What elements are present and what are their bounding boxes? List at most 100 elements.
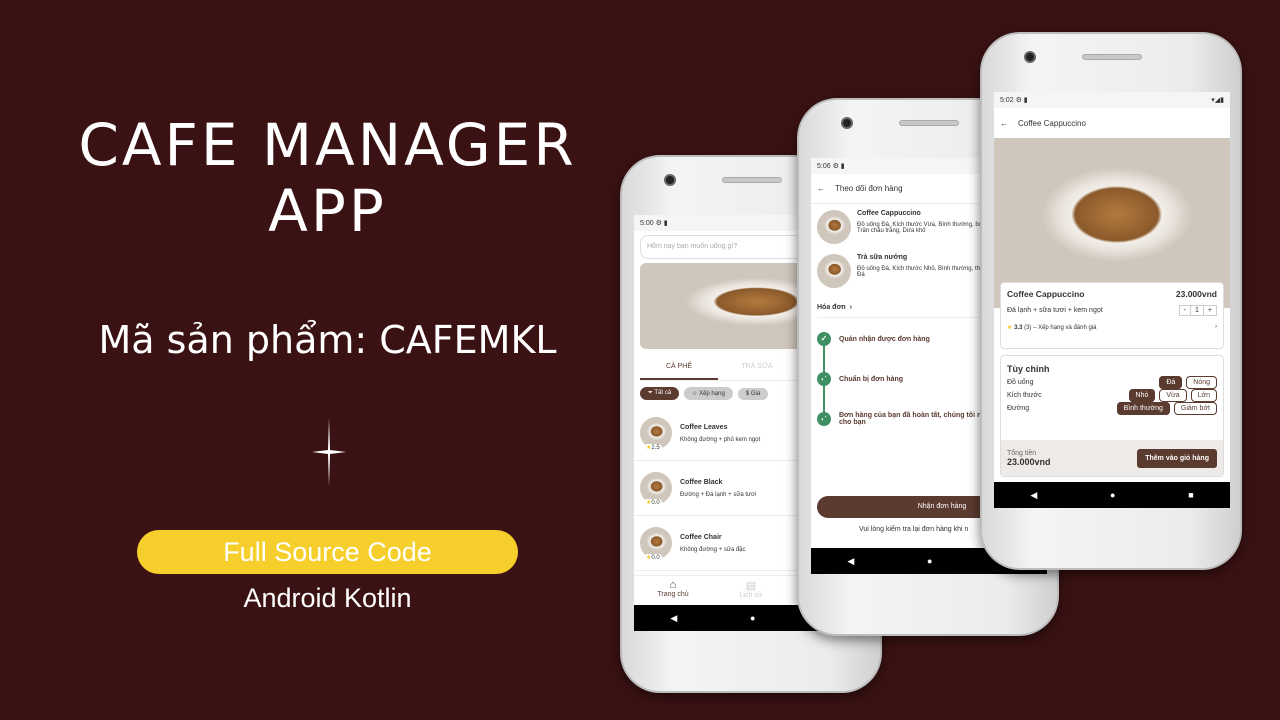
home-button-icon[interactable]: ● bbox=[750, 613, 755, 623]
option-row: Đường Bình thường Giảm bớt bbox=[1001, 402, 1223, 415]
phone-detail: 5:02 ⚙ ▮ ▾◢▮ ← Coffee Cappuccino Coffee Ca… bbox=[980, 32, 1242, 570]
filter-label: Tất cả bbox=[654, 390, 672, 396]
product-name: Coffee Cappuccino bbox=[1007, 289, 1085, 299]
back-icon[interactable]: ◀ bbox=[847, 556, 854, 567]
rating-badge: ★2.5 bbox=[644, 444, 662, 451]
timeline-line bbox=[823, 342, 825, 422]
back-icon[interactable]: ◀ bbox=[1030, 490, 1037, 501]
option-choice[interactable]: Bình thường bbox=[1116, 402, 1170, 415]
filter-label: Xếp hạng bbox=[699, 391, 725, 397]
sparkle-icon bbox=[312, 418, 346, 486]
step-label: Chuẩn bị đơn hàng bbox=[839, 375, 904, 383]
home-button-icon[interactable]: ● bbox=[1110, 490, 1115, 500]
qty-minus[interactable]: - bbox=[1180, 306, 1190, 315]
platform-label: Android Kotlin bbox=[243, 583, 412, 613]
nav-label: Trang chủ bbox=[657, 591, 689, 598]
time: 5:00 bbox=[640, 220, 654, 227]
quantity-stepper[interactable]: -1 + bbox=[1178, 305, 1217, 316]
item-name: Coffee Chair bbox=[680, 533, 722, 541]
history-icon: ▤ bbox=[745, 580, 757, 592]
star-icon: ★ bbox=[1007, 325, 1013, 331]
back-arrow-icon[interactable]: ← bbox=[817, 184, 825, 193]
option-row: Đồ uống Đá Nóng bbox=[1001, 376, 1223, 389]
option-row: Kích thước Nhỏ Vừa Lớn bbox=[1001, 389, 1223, 402]
android-nav: ◀ ● ■ bbox=[994, 482, 1230, 508]
rating: 0.0 bbox=[651, 500, 660, 506]
option-choice[interactable]: Nhỏ bbox=[1128, 389, 1156, 402]
detail-screen: 5:02 ⚙ ▮ ▾◢▮ ← Coffee Cappuccino Coffee Ca… bbox=[994, 92, 1230, 508]
customize-title: Tùy chỉnh bbox=[1007, 364, 1050, 374]
filter-all[interactable]: ⏷ Tất cả bbox=[640, 387, 680, 400]
product-desc: Đá lạnh + sữa tươi + kem ngọt bbox=[1007, 307, 1103, 314]
item-name: Coffee Leaves bbox=[680, 423, 728, 431]
product-price: 23.000vnd bbox=[1175, 289, 1217, 299]
rating-label: Xếp hạng và đánh giá bbox=[1038, 325, 1097, 331]
rating-link[interactable]: ★ 3.3 (3) – Xếp hạng và đánh giá › bbox=[1007, 324, 1217, 331]
product-code: Mã sản phẩm: CAFEMKL bbox=[98, 318, 557, 362]
chevron-right-icon: › bbox=[849, 304, 852, 311]
time: 5:02 bbox=[1000, 97, 1014, 104]
option-choice[interactable]: Đá bbox=[1159, 376, 1183, 389]
nav-label: Lịch sử bbox=[739, 592, 763, 599]
status-bar: 5:02 ⚙ ▮ ▾◢▮ bbox=[994, 92, 1230, 108]
time: 5:06 bbox=[817, 163, 831, 170]
option-choice[interactable]: Vừa bbox=[1159, 389, 1187, 402]
item-desc: Không đường + phủ kem ngọt bbox=[680, 436, 761, 443]
hero-title: CAFE MANAGER APP bbox=[40, 112, 615, 244]
option-choice[interactable]: Lớn bbox=[1190, 389, 1217, 402]
rating: 3.3 bbox=[1014, 325, 1023, 331]
rating: 0.0 bbox=[651, 555, 660, 561]
item-name: Coffee Black bbox=[680, 478, 723, 486]
invoice-label: Hóa đơn bbox=[817, 304, 846, 311]
step-label: Đơn hàng của bạn đã hoàn tất, chúng tôi … bbox=[839, 412, 994, 426]
filter-price[interactable]: $ Giá bbox=[737, 387, 769, 400]
option-choice[interactable]: Nóng bbox=[1186, 376, 1217, 389]
item-desc: Đồ uống Đá, Kích thước Vừa, Bình thường,… bbox=[857, 222, 996, 234]
add-to-cart-button[interactable]: Thêm vào giỏ hàng bbox=[1137, 448, 1217, 468]
filter-rating[interactable]: ☆ Xếp hạng bbox=[684, 387, 733, 400]
item-name: Coffee Cappuccino bbox=[857, 210, 921, 217]
rating-badge: ★0.0 bbox=[644, 554, 662, 561]
speaker bbox=[1082, 54, 1142, 60]
total-label: Tổng tiền bbox=[1007, 449, 1037, 457]
option-label: Đường bbox=[1007, 405, 1030, 412]
qty-plus[interactable]: + bbox=[1204, 306, 1216, 315]
rating-count: (3) bbox=[1024, 325, 1032, 331]
chevron-right-icon: › bbox=[1215, 324, 1217, 330]
rating: 2.5 bbox=[651, 445, 660, 451]
tab-milk-tea[interactable]: TRÀ SỮA bbox=[718, 355, 796, 380]
speaker bbox=[722, 177, 782, 183]
home-icon: ⌂ bbox=[669, 579, 677, 591]
tab-coffee[interactable]: CÀ PHÊ bbox=[640, 355, 718, 380]
item-desc: Đồ uống Đá, Kích thước Nhỏ, Bình thường,… bbox=[857, 266, 995, 278]
total-value: 23.000vnd bbox=[1007, 456, 1051, 467]
nav-home[interactable]: ⌂ Trang chủ bbox=[634, 576, 712, 605]
nav-history[interactable]: ▤ Lịch sử bbox=[712, 576, 790, 605]
item-name: Trà sữa nướng bbox=[857, 254, 908, 261]
camera bbox=[1024, 51, 1036, 63]
option-label: Đồ uống bbox=[1007, 379, 1034, 386]
note: Vui lòng kiểm tra lại đơn hàng khi n bbox=[859, 526, 969, 533]
qty-value: 1 bbox=[1190, 306, 1204, 315]
option-choice[interactable]: Giảm bớt bbox=[1173, 402, 1217, 415]
title-line: APP bbox=[268, 177, 387, 245]
rating-badge: ★0.0 bbox=[644, 499, 662, 506]
back-icon[interactable]: ◀ bbox=[670, 613, 677, 624]
home-button-icon[interactable]: ● bbox=[927, 556, 932, 566]
item-desc: Không đường + sữa đặc bbox=[680, 546, 746, 553]
filter-label: Giá bbox=[750, 390, 761, 397]
step-label: Quán nhận được đơn hàng bbox=[839, 335, 930, 343]
page-title: Coffee Cappuccino bbox=[1018, 118, 1086, 128]
recents-icon[interactable]: ■ bbox=[1188, 490, 1193, 500]
title-line: CAFE MANAGER bbox=[78, 111, 577, 179]
item-desc: Đường + Đá lạnh + sữa tươi bbox=[680, 491, 757, 498]
camera bbox=[664, 174, 676, 186]
product-thumb bbox=[817, 210, 851, 244]
product-thumb bbox=[817, 254, 851, 288]
speaker bbox=[899, 120, 959, 126]
signal-icon: ▾◢▮ bbox=[1211, 97, 1224, 104]
back-arrow-icon[interactable]: ← bbox=[1000, 119, 1008, 128]
page-title: Theo dõi đơn hàng bbox=[835, 184, 903, 193]
full-source-badge: Full Source Code bbox=[137, 530, 518, 574]
option-label: Kích thước bbox=[1007, 392, 1042, 399]
